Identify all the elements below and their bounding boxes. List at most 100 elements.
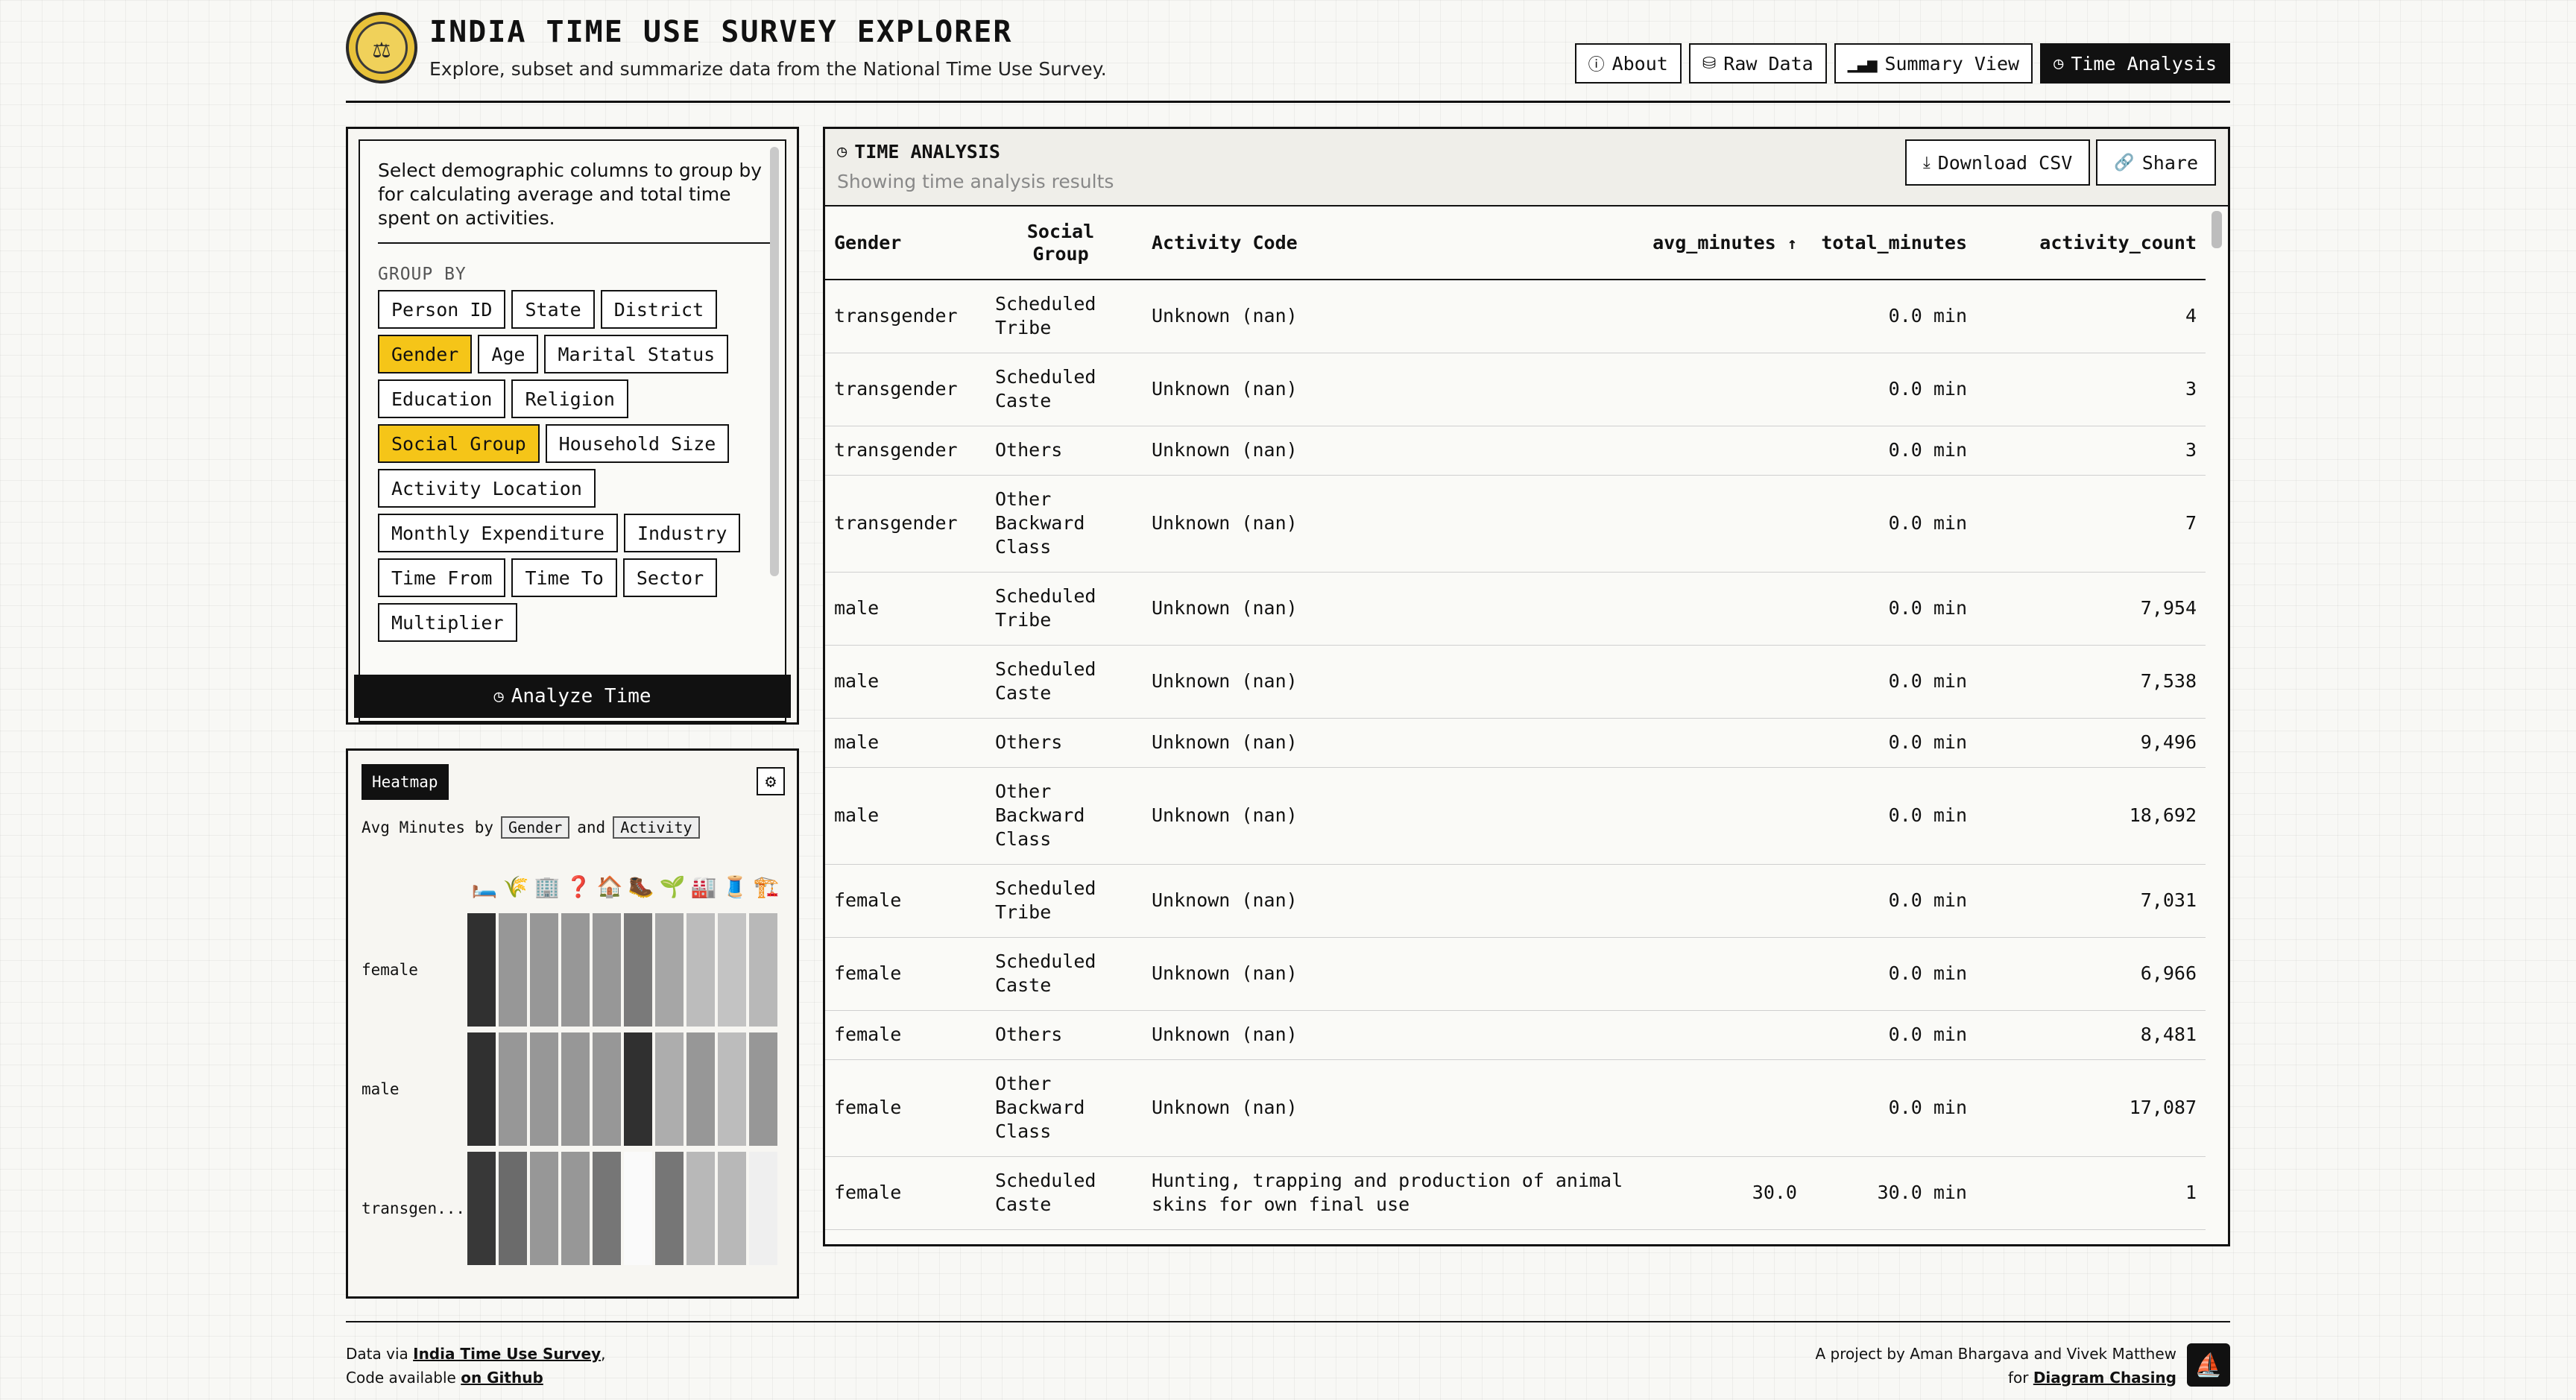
groupby-chip-religion[interactable]: Religion (511, 379, 628, 418)
heatmap-cell[interactable] (655, 913, 684, 1027)
table-row[interactable]: female Others Unknown (nan) 0.0 min 8,481 (825, 1010, 2206, 1060)
table-row[interactable]: transgender Others Unknown (nan) 0.0 min 3 (825, 426, 2206, 476)
table-row[interactable]: transgender Other Backward Class Unknown (… (825, 475, 2206, 573)
download-csv-button[interactable]: ⤓ Download CSV (1904, 139, 2091, 186)
heatmap-cell[interactable] (718, 913, 746, 1027)
heatmap-cell[interactable] (499, 1032, 527, 1146)
heatmap-cell[interactable] (749, 913, 777, 1027)
table-cell: 3 (1976, 426, 2206, 476)
heatmap-dimension-2[interactable]: Activity (613, 816, 700, 839)
groupby-chip-monthly-expenditure[interactable]: Monthly Expenditure (378, 514, 618, 552)
heatmap-cell[interactable] (686, 1032, 715, 1146)
heatmap-cell[interactable] (718, 1152, 746, 1265)
groupby-chip-district[interactable]: District (600, 290, 718, 329)
nav-about-button[interactable]: ⓘ About (1574, 43, 1682, 83)
heatmap-cell[interactable] (749, 1032, 777, 1146)
heatmap-cell[interactable] (561, 1032, 590, 1146)
heatmap-cell[interactable] (530, 1152, 558, 1265)
heatmap-cell[interactable] (655, 1152, 684, 1265)
heatmap-cell[interactable] (467, 913, 496, 1027)
groupby-chip-activity-location[interactable]: Activity Location (378, 469, 596, 508)
heatmap-cell[interactable] (499, 1152, 527, 1265)
heatmap-cell[interactable] (624, 1152, 652, 1265)
results-table: Gender Social Group Activity Code avg_mi… (825, 206, 2206, 1230)
column-header-social-group[interactable]: Social Group (979, 206, 1143, 280)
column-header-total-minutes[interactable]: total_minutes (1806, 206, 1976, 280)
heatmap-cell[interactable] (749, 1152, 777, 1265)
column-header-avg-minutes[interactable]: avg_minutes ↑ (1638, 206, 1806, 280)
analyze-time-button[interactable]: ◷ Analyze Time (354, 675, 791, 718)
table-cell (1638, 426, 1806, 476)
diagram-chasing-logo[interactable]: ⛵ (2187, 1343, 2230, 1387)
table-cell: Scheduled Tribe (979, 864, 1143, 938)
heatmap-cell[interactable] (530, 913, 558, 1027)
heatmap-cell[interactable] (530, 1032, 558, 1146)
heatmap-cell[interactable] (593, 1152, 621, 1265)
table-cell: Unknown (nan) (1143, 645, 1638, 719)
column-header-activity-code[interactable]: Activity Code (1143, 206, 1638, 280)
groupby-chip-social-group[interactable]: Social Group (378, 424, 540, 463)
heatmap-cell[interactable] (718, 1032, 746, 1146)
footer-divider (346, 1321, 2230, 1322)
groupby-chip-state[interactable]: State (511, 290, 595, 329)
groupby-chip-person-id[interactable]: Person ID (378, 290, 506, 329)
groupby-chip-household-size[interactable]: Household Size (545, 424, 730, 463)
heatmap-cell[interactable] (467, 1032, 496, 1146)
groupby-chip-time-to[interactable]: Time To (511, 558, 617, 597)
heatmap-cell[interactable] (561, 1152, 590, 1265)
share-button[interactable]: 🔗 Share (2096, 139, 2216, 186)
table-row[interactable]: female Other Backward Class Unknown (nan) 0… (825, 1059, 2206, 1157)
table-row[interactable]: female Scheduled Caste Hunting, trapping a… (825, 1156, 2206, 1230)
table-cell (1638, 718, 1806, 768)
table-cell: 3 (1976, 353, 2206, 426)
india-time-use-survey-link[interactable]: India Time Use Survey (413, 1345, 601, 1363)
github-link[interactable]: on Github (461, 1369, 543, 1387)
heatmap-cell[interactable] (686, 1152, 715, 1265)
table-row[interactable]: male Other Backward Class Unknown (nan) 0.0… (825, 767, 2206, 865)
diagram-chasing-link[interactable]: Diagram Chasing (2033, 1369, 2176, 1387)
table-cell: Unknown (nan) (1143, 937, 1638, 1011)
scrollbar[interactable] (770, 147, 779, 576)
column-header-gender[interactable]: Gender (825, 206, 979, 280)
groupby-chip-multiplier[interactable]: Multiplier (378, 603, 517, 642)
groupby-chip-gender[interactable]: Gender (378, 335, 473, 373)
results-table-container[interactable]: Gender Social Group Activity Code avg_mi… (825, 206, 2206, 1244)
table-row[interactable]: male Scheduled Caste Unknown (nan) 0.0 min 7… (825, 645, 2206, 719)
groupby-chip-education[interactable]: Education (378, 379, 506, 418)
heatmap-cell[interactable] (561, 913, 590, 1027)
heatmap-cell[interactable] (655, 1032, 684, 1146)
activity-icon-row: 🛏️ 🌾 🏢 ❓ 🏠 🥾 🌱 🏭 🧵 🏗️ (469, 874, 782, 899)
table-scrollbar[interactable] (2212, 211, 2222, 248)
table-cell (1638, 353, 1806, 426)
table-row[interactable]: male Scheduled Tribe Unknown (nan) 0.0 min 7… (825, 572, 2206, 646)
nav-raw-data-button[interactable]: ⛁ Raw Data (1688, 43, 1827, 83)
table-cell: 0.0 min (1806, 937, 1976, 1011)
column-header-label: Social Group (1026, 220, 1095, 265)
heatmap-dimension-1[interactable]: Gender (501, 816, 570, 839)
groupby-chip-sector[interactable]: Sector (622, 558, 718, 597)
table-cell: 4 (1976, 280, 2206, 353)
heatmap-cell[interactable] (593, 1032, 621, 1146)
gear-icon[interactable]: ⚙ (757, 767, 785, 795)
heatmap-cell[interactable] (624, 1032, 652, 1146)
nav-summary-view-button[interactable]: ▁▃▅ Summary View (1834, 43, 2033, 83)
nav-time-analysis-button[interactable]: ◷ Time Analysis (2040, 43, 2230, 83)
table-row[interactable]: transgender Scheduled Caste Unknown (nan) 0… (825, 353, 2206, 426)
bar-chart-icon: ▁▃▅ (1847, 54, 1878, 73)
heatmap-cell[interactable] (467, 1152, 496, 1265)
groupby-chip-time-from[interactable]: Time From (378, 558, 506, 597)
groupby-chip-age[interactable]: Age (478, 335, 539, 373)
groupby-scroll-area[interactable]: Select demographic columns to group by f… (359, 139, 786, 722)
column-header-activity-count[interactable]: activity_count (1976, 206, 2206, 280)
heatmap-cell[interactable] (499, 913, 527, 1027)
heatmap-panel: Heatmap ⚙ Avg Minutes by Gender and Acti… (346, 748, 799, 1299)
heatmap-cell[interactable] (686, 913, 715, 1027)
table-row[interactable]: transgender Scheduled Tribe Unknown (nan) 0… (825, 280, 2206, 353)
groupby-chip-marital-status[interactable]: Marital Status (544, 335, 729, 373)
table-row[interactable]: male Others Unknown (nan) 0.0 min 9,496 (825, 718, 2206, 768)
heatmap-cell[interactable] (624, 913, 652, 1027)
table-row[interactable]: female Scheduled Caste Unknown (nan) 0.0 mi… (825, 937, 2206, 1011)
groupby-chip-industry[interactable]: Industry (623, 514, 741, 552)
heatmap-cell[interactable] (593, 913, 621, 1027)
table-row[interactable]: female Scheduled Tribe Unknown (nan) 0.0 mi… (825, 864, 2206, 938)
